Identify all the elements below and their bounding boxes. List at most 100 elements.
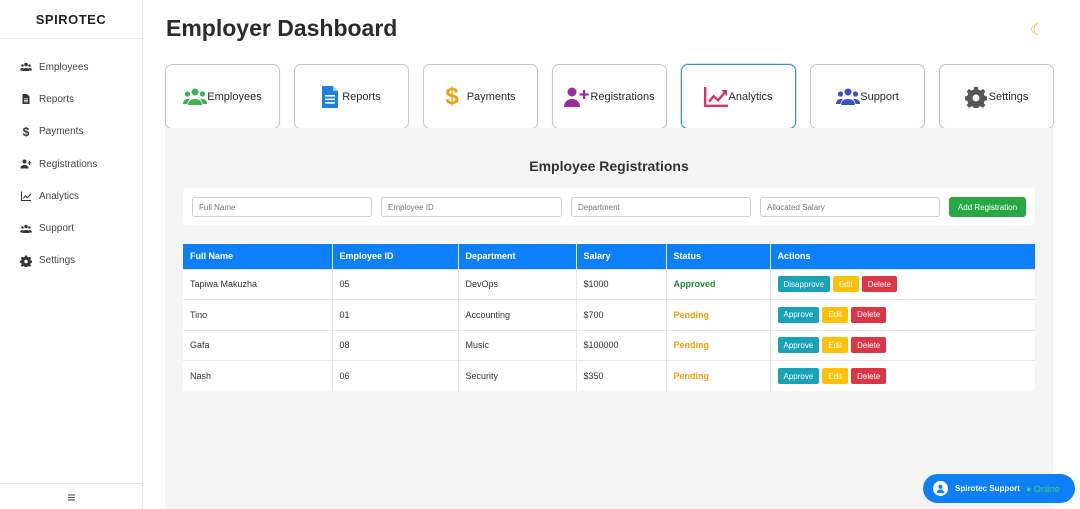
card-payments[interactable]: $ Payments [423, 64, 538, 129]
sidebar-item-support[interactable]: Support [0, 212, 142, 244]
sidebar-toggle-button[interactable]: ≡ [0, 483, 143, 509]
dollar-icon: $ [445, 82, 459, 110]
users-icon [19, 223, 33, 235]
table-row: Gafa 08 Music $100000 Pending Approve Edi… [183, 329, 1035, 361]
hamburger-icon: ≡ [67, 488, 76, 505]
cell-actions: Approve Edit Delete [770, 299, 1035, 330]
cell-full-name: Nash [183, 360, 333, 391]
cell-full-name: Gafa [183, 329, 333, 361]
user-plus-icon [19, 158, 33, 170]
card-reports[interactable]: Reports [294, 64, 409, 129]
delete-button[interactable]: Delete [861, 276, 897, 293]
edit-button[interactable]: Edit [832, 276, 859, 293]
cell-employee-id: 01 [332, 299, 459, 330]
approve-button[interactable]: Approve [777, 337, 820, 354]
card-support[interactable]: Support [810, 64, 925, 129]
department-input[interactable] [571, 197, 751, 217]
cell-full-name: Tapiwa Makuzha [183, 268, 333, 300]
sidebar-item-label: Employees [39, 61, 89, 73]
approve-button[interactable]: Approve [777, 368, 820, 384]
support-label: Spirotec Support [955, 484, 1020, 493]
nav-cards: Employees Reports $ Payments Registratio… [165, 64, 1054, 129]
column-header: Status [666, 244, 771, 269]
sidebar-item-settings[interactable]: Settings [0, 245, 142, 277]
card-analytics[interactable]: Analytics [681, 64, 796, 129]
salary-input[interactable] [760, 197, 940, 217]
card-label: Support [860, 90, 899, 103]
cell-salary: $100000 [576, 329, 667, 361]
status-badge: Approved [666, 268, 771, 300]
users-icon [836, 88, 861, 106]
column-header: Employee ID [332, 244, 459, 269]
sidebar-item-payments[interactable]: $ Payments [0, 116, 142, 148]
approve-button[interactable]: Approve [777, 306, 820, 323]
support-chat-button[interactable]: Spirotec Support ● Online [923, 474, 1075, 503]
card-label: Settings [988, 90, 1029, 103]
card-label: Analytics [728, 90, 773, 103]
cell-actions: Disapprove Edit Delete [770, 268, 1035, 300]
gear-icon [19, 255, 33, 267]
status-badge: Pending [666, 299, 771, 330]
delete-button[interactable]: Delete [851, 337, 887, 354]
cell-salary: $1000 [576, 268, 667, 300]
card-registrations[interactable]: Registrations [552, 64, 667, 129]
table-row: Tino 01 Accounting $700 Pending Approve E… [183, 299, 1035, 330]
users-icon [19, 61, 33, 73]
online-status: ● Online [1025, 483, 1060, 494]
sidebar-item-label: Reports [39, 93, 75, 105]
dollar-icon: $ [22, 124, 30, 139]
status-badge: Pending [666, 360, 771, 391]
registrations-panel: Employee Registrations Add Registration … [165, 128, 1053, 509]
sidebar-item-label: Settings [39, 255, 76, 267]
cell-salary: $350 [576, 360, 667, 391]
add-registration-button[interactable]: Add Registration [949, 197, 1026, 217]
card-settings[interactable]: Settings [939, 64, 1054, 129]
full-name-input[interactable] [192, 197, 372, 217]
card-label: Payments [466, 90, 516, 103]
cell-salary: $700 [576, 299, 667, 330]
disapprove-button[interactable]: Disapprove [777, 276, 830, 293]
sidebar-item-label: Analytics [39, 190, 80, 202]
sidebar-nav: Employees Reports $ Payments Registratio… [0, 39, 142, 277]
sidebar-item-label: Payments [39, 126, 84, 138]
edit-button[interactable]: Edit [822, 306, 849, 323]
panel-title: Employee Registrations [529, 158, 689, 174]
edit-button[interactable]: Edit [822, 368, 849, 384]
delete-button[interactable]: Delete [851, 368, 887, 384]
file-icon [322, 85, 339, 108]
sidebar-item-employees[interactable]: Employees [0, 51, 142, 83]
column-header: Salary [576, 244, 667, 269]
page-title: Employer Dashboard [166, 15, 398, 41]
cell-employee-id: 08 [332, 329, 459, 361]
sidebar-item-label: Support [39, 223, 75, 235]
chart-line-icon [19, 190, 33, 202]
employee-id-input[interactable] [381, 197, 562, 217]
sidebar: SPIROTEC Employees Reports $ Payments Re… [0, 0, 143, 509]
gear-icon [964, 86, 987, 108]
sidebar-item-label: Registrations [39, 158, 98, 170]
edit-button[interactable]: Edit [822, 337, 849, 354]
cell-employee-id: 05 [332, 268, 459, 300]
cell-actions: Approve Edit Delete [770, 329, 1035, 361]
support-icon [933, 481, 948, 496]
table-row: Tapiwa Makuzha 05 DevOps $1000 Approved … [183, 268, 1035, 300]
sidebar-item-analytics[interactable]: Analytics [0, 180, 142, 212]
sidebar-item-registrations[interactable]: Registrations [0, 148, 142, 180]
cell-actions: Approve Edit Delete [770, 360, 1035, 391]
cell-department: Security [458, 360, 577, 391]
dark-mode-toggle[interactable]: ☾ [1030, 20, 1044, 40]
registration-form: Add Registration [183, 188, 1035, 225]
table-header-row: Full Name Employee ID Department Salary … [183, 244, 1035, 269]
user-plus-icon [564, 87, 590, 107]
cell-department: Music [458, 329, 577, 361]
sidebar-item-reports[interactable]: Reports [0, 83, 142, 115]
brand-logo: SPIROTEC [0, 0, 142, 39]
column-header: Department [458, 244, 577, 269]
table-row: Nash 06 Security $350 Pending Approve Edi… [183, 360, 1035, 391]
status-badge: Pending [666, 329, 771, 361]
cell-full-name: Tino [183, 299, 333, 330]
delete-button[interactable]: Delete [851, 306, 887, 323]
card-employees[interactable]: Employees [165, 64, 280, 129]
registrations-table: Full Name Employee ID Department Salary … [183, 244, 1035, 391]
column-header: Actions [770, 244, 1035, 269]
